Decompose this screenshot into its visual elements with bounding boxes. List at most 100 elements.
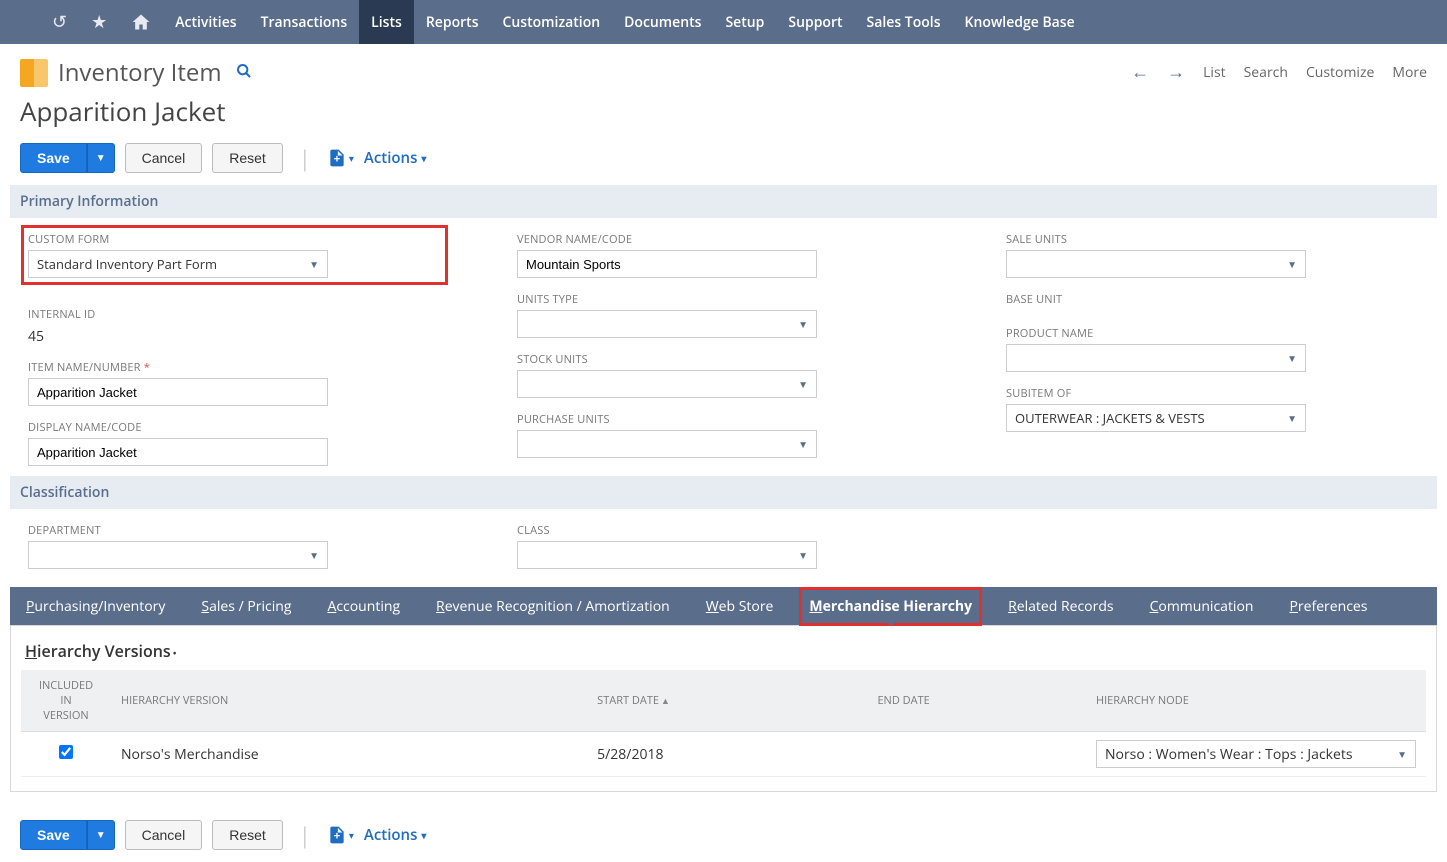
purchase-units-select[interactable]: ▼ bbox=[517, 430, 817, 458]
page-header: Inventory Item Apparition Jacket ← → Lis… bbox=[0, 44, 1447, 135]
top-nav: ↺ ★ Activities Transactions Lists Report… bbox=[0, 0, 1447, 44]
next-record-arrow[interactable]: → bbox=[1167, 60, 1185, 84]
subitem-of-field: SUBITEM OF OUTERWEAR : JACKETS & VESTS▼ bbox=[1006, 386, 1419, 432]
chevron-down-icon: ▼ bbox=[798, 377, 808, 391]
actions-menu[interactable]: Actions ▾ bbox=[364, 148, 427, 168]
tab-revenue-recognition[interactable]: Revenue Recognition / Amortization bbox=[428, 589, 678, 624]
more-link[interactable]: More bbox=[1392, 63, 1427, 82]
nav-setup[interactable]: Setup bbox=[713, 0, 776, 44]
list-link[interactable]: List bbox=[1203, 63, 1226, 82]
purchase-units-label: PURCHASE UNITS bbox=[517, 412, 930, 427]
save-button[interactable]: Save bbox=[20, 143, 87, 173]
reset-button-bottom[interactable]: Reset bbox=[212, 820, 283, 850]
col-end-date[interactable]: END DATE bbox=[867, 670, 1086, 732]
chevron-down-icon: ▼ bbox=[309, 548, 319, 562]
svg-text:+: + bbox=[334, 152, 341, 167]
search-link[interactable]: Search bbox=[1244, 63, 1288, 82]
vendor-name-input[interactable] bbox=[517, 250, 817, 278]
cancel-button-bottom[interactable]: Cancel bbox=[125, 820, 203, 850]
subtab-content: Hierarchy Versions• INCLUDEDINVERSION HI… bbox=[10, 625, 1437, 792]
custom-form-select[interactable]: Standard Inventory Part Form▼ bbox=[28, 250, 328, 278]
product-name-field: PRODUCT NAME ▼ bbox=[1006, 326, 1419, 372]
tab-web-store[interactable]: Web Store bbox=[698, 589, 782, 624]
hierarchy-versions-title[interactable]: Hierarchy Versions• bbox=[21, 640, 1426, 670]
header-right-actions: ← → List Search Customize More bbox=[1131, 60, 1427, 84]
internal-id-field: INTERNAL ID 45 bbox=[28, 307, 441, 346]
stock-units-field: STOCK UNITS ▼ bbox=[517, 352, 930, 398]
button-bar: Save ▼ Cancel Reset | + ▾ Actions ▾ bbox=[0, 135, 1447, 185]
nav-documents[interactable]: Documents bbox=[612, 0, 713, 44]
tab-bar: Purchasing/Inventory Sales / Pricing Acc… bbox=[10, 587, 1437, 625]
tab-communication[interactable]: Communication bbox=[1142, 589, 1262, 624]
home-icon[interactable] bbox=[119, 0, 163, 44]
chevron-down-icon: ▼ bbox=[1397, 747, 1407, 761]
tab-sales-pricing[interactable]: Sales / Pricing bbox=[193, 589, 299, 624]
actions-menu-bottom[interactable]: Actions ▾ bbox=[364, 825, 427, 845]
nav-knowledge-base[interactable]: Knowledge Base bbox=[953, 0, 1087, 44]
units-type-label: UNITS TYPE bbox=[517, 292, 930, 307]
nav-support[interactable]: Support bbox=[776, 0, 854, 44]
customize-link[interactable]: Customize bbox=[1306, 63, 1374, 82]
cell-hierarchy-version: Norso's Merchandise bbox=[111, 732, 587, 777]
vendor-name-label: VENDOR NAME/CODE bbox=[517, 232, 930, 247]
prev-record-arrow[interactable]: ← bbox=[1131, 60, 1149, 84]
units-type-select[interactable]: ▼ bbox=[517, 310, 817, 338]
col-hierarchy-node[interactable]: HIERARCHY NODE bbox=[1086, 670, 1426, 732]
button-bar-bottom: Save ▼ Cancel Reset | + ▾ Actions ▾ bbox=[0, 812, 1447, 862]
section-primary-info: Primary Information bbox=[10, 185, 1437, 218]
class-select[interactable]: ▼ bbox=[517, 541, 817, 569]
hierarchy-versions-table: INCLUDEDINVERSION HIERARCHY VERSION STAR… bbox=[21, 670, 1426, 777]
tab-preferences[interactable]: Preferences bbox=[1281, 589, 1375, 624]
internal-id-value: 45 bbox=[28, 325, 441, 346]
nav-activities[interactable]: Activities bbox=[163, 0, 248, 44]
subitem-of-select[interactable]: OUTERWEAR : JACKETS & VESTS▼ bbox=[1006, 404, 1306, 432]
table-row[interactable]: Norso's Merchandise 5/28/2018 Norso : Wo… bbox=[21, 732, 1426, 777]
tab-related-records[interactable]: Related Records bbox=[1000, 589, 1121, 624]
sale-units-label: SALE UNITS bbox=[1006, 232, 1419, 247]
display-name-input[interactable] bbox=[28, 438, 328, 466]
primary-form: CUSTOM FORM Standard Inventory Part Form… bbox=[0, 218, 1447, 476]
save-dropdown-caret[interactable]: ▼ bbox=[87, 143, 115, 173]
history-icon[interactable]: ↺ bbox=[40, 0, 79, 44]
save-dropdown-caret-bottom[interactable]: ▼ bbox=[87, 820, 115, 850]
hierarchy-node-select[interactable]: Norso : Women's Wear : Tops : Jackets▼ bbox=[1096, 740, 1416, 768]
nav-customization[interactable]: Customization bbox=[491, 0, 613, 44]
attach-icon-bottom[interactable]: + ▾ bbox=[327, 825, 354, 845]
department-label: DEPARTMENT bbox=[28, 523, 441, 538]
display-name-field: DISPLAY NAME/CODE bbox=[28, 420, 441, 466]
nav-transactions[interactable]: Transactions bbox=[249, 0, 360, 44]
stock-units-select[interactable]: ▼ bbox=[517, 370, 817, 398]
col-hierarchy-version[interactable]: HIERARCHY VERSION bbox=[111, 670, 587, 732]
included-checkbox[interactable] bbox=[59, 745, 73, 759]
units-type-field: UNITS TYPE ▼ bbox=[517, 292, 930, 338]
item-name-label: ITEM NAME/NUMBER * bbox=[28, 360, 441, 375]
tab-purchasing-inventory[interactable]: Purchasing/Inventory bbox=[18, 589, 173, 624]
page-type-title: Inventory Item bbox=[58, 56, 222, 89]
base-unit-field: BASE UNIT bbox=[1006, 292, 1419, 312]
product-name-select[interactable]: ▼ bbox=[1006, 344, 1306, 372]
attach-icon[interactable]: + ▾ bbox=[327, 148, 354, 168]
separator: | bbox=[299, 820, 311, 850]
col-included[interactable]: INCLUDEDINVERSION bbox=[21, 670, 111, 732]
nav-sales-tools[interactable]: Sales Tools bbox=[855, 0, 953, 44]
col-start-date[interactable]: START DATE▲ bbox=[587, 670, 867, 732]
search-icon[interactable] bbox=[236, 62, 252, 84]
star-icon[interactable]: ★ bbox=[79, 0, 119, 44]
cancel-button[interactable]: Cancel bbox=[125, 143, 203, 173]
reset-button[interactable]: Reset bbox=[212, 143, 283, 173]
chevron-down-icon: ▼ bbox=[1287, 351, 1297, 365]
item-name-input[interactable] bbox=[28, 378, 328, 406]
tab-merchandise-hierarchy[interactable]: Merchandise Hierarchy bbox=[801, 589, 980, 624]
purchase-units-field: PURCHASE UNITS ▼ bbox=[517, 412, 930, 458]
nav-reports[interactable]: Reports bbox=[414, 0, 491, 44]
separator: | bbox=[299, 143, 311, 173]
save-button-bottom[interactable]: Save bbox=[20, 820, 87, 850]
sale-units-select[interactable]: ▼ bbox=[1006, 250, 1306, 278]
nav-lists[interactable]: Lists bbox=[359, 0, 414, 44]
custom-form-field: CUSTOM FORM Standard Inventory Part Form… bbox=[21, 225, 448, 285]
tab-accounting[interactable]: Accounting bbox=[319, 589, 408, 624]
department-select[interactable]: ▼ bbox=[28, 541, 328, 569]
record-name: Apparition Jacket bbox=[20, 93, 1427, 129]
subitem-of-label: SUBITEM OF bbox=[1006, 386, 1419, 401]
internal-id-label: INTERNAL ID bbox=[28, 307, 441, 322]
